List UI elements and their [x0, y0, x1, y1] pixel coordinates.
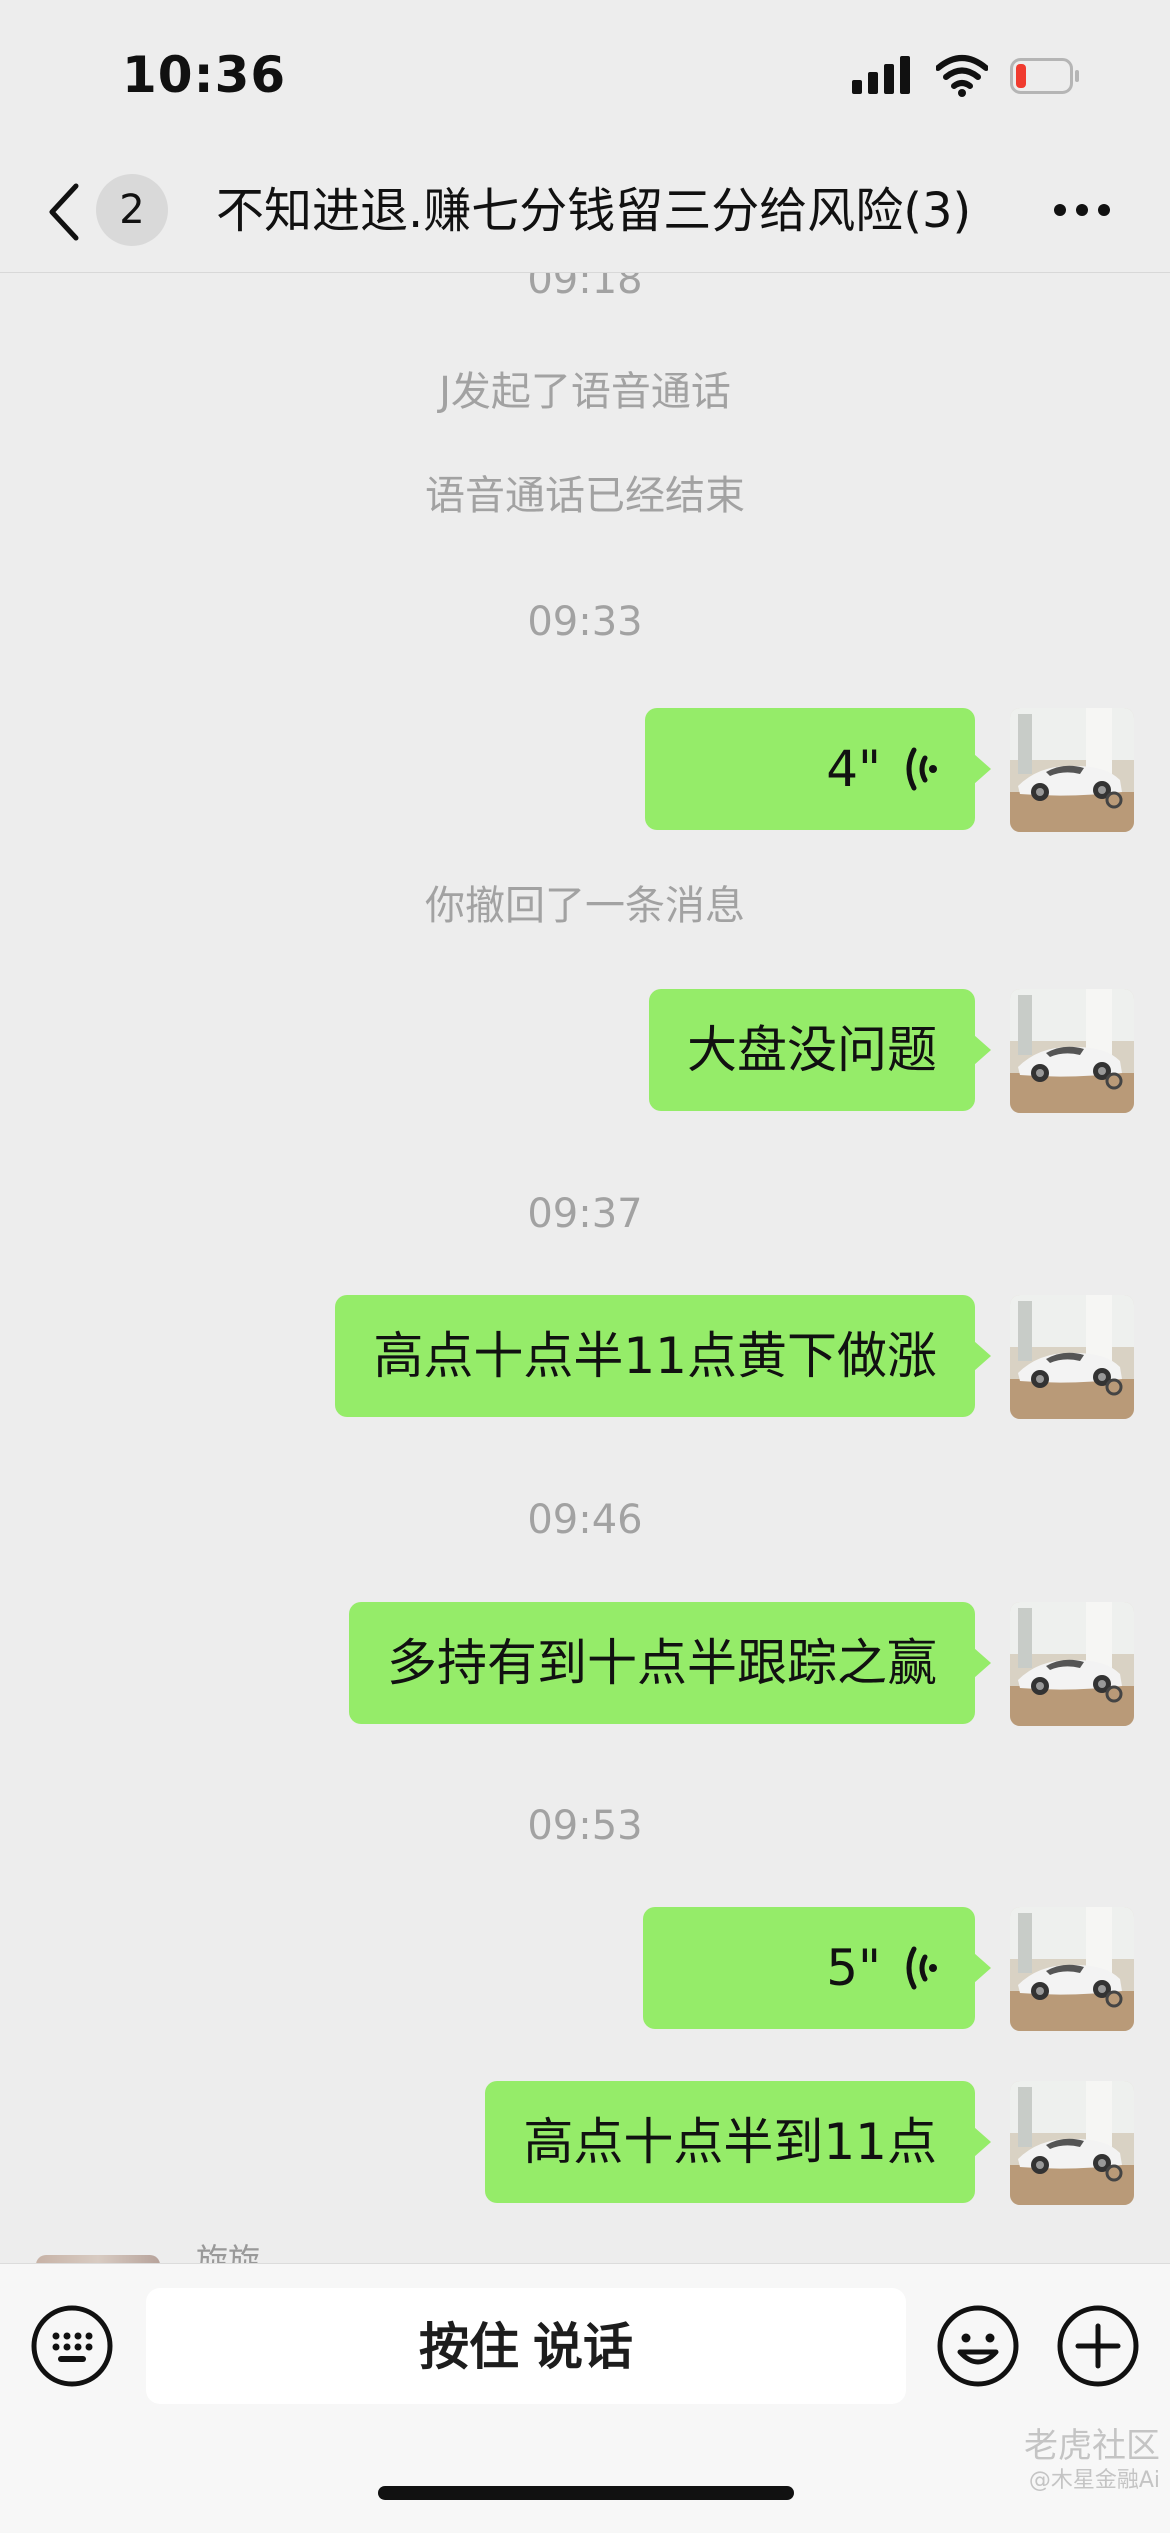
- system-message-call-ended: 语音通话已经结束: [425, 473, 745, 519]
- timestamp: 09:37: [527, 1191, 643, 1237]
- avatar[interactable]: [1010, 989, 1134, 1113]
- unread-count-badge[interactable]: 2: [96, 174, 168, 246]
- watermark: 老虎社区 @木星金融Ai: [980, 2426, 1160, 2496]
- back-chevron-icon[interactable]: [44, 182, 84, 242]
- timestamp: 09:33: [527, 599, 643, 645]
- emoji-icon[interactable]: [936, 2304, 1020, 2388]
- plus-icon[interactable]: [1056, 2304, 1140, 2388]
- status-bar: 10:36: [0, 0, 1170, 150]
- avatar[interactable]: [1010, 1602, 1134, 1726]
- hold-to-talk-button[interactable]: 按住 说话: [146, 2288, 906, 2404]
- voice-message-bubble[interactable]: 5": [643, 1907, 991, 2029]
- wifi-icon: [936, 55, 988, 97]
- keyboard-icon[interactable]: [30, 2304, 114, 2388]
- timestamp: 09:18: [527, 273, 643, 303]
- home-indicator[interactable]: [378, 2486, 794, 2500]
- sender-avatar-partial[interactable]: [36, 2255, 160, 2263]
- avatar[interactable]: [1010, 2081, 1134, 2205]
- chat-message-list[interactable]: 09:18 J发起了语音通话 语音通话已经结束 09:33 4" 你撤回了一条消…: [0, 273, 1170, 2263]
- system-message-recalled: 你撤回了一条消息: [425, 883, 745, 929]
- chat-title: 不知进退.赚七分钱留三分给风险(3): [216, 176, 996, 246]
- voice-playback-icon: [903, 746, 937, 792]
- more-options-icon[interactable]: [1052, 202, 1112, 218]
- timestamp: 09:46: [527, 1497, 643, 1543]
- voice-duration: 4": [826, 740, 881, 798]
- chat-header: 2 不知进退.赚七分钱留三分给风险(3): [0, 150, 1170, 273]
- voice-message-bubble[interactable]: 4": [645, 708, 991, 830]
- avatar[interactable]: [1010, 1907, 1134, 2031]
- battery-low-icon: [1010, 58, 1079, 94]
- avatar[interactable]: [1010, 1295, 1134, 1419]
- member-count: (3): [903, 183, 972, 239]
- status-time: 10:36: [122, 46, 287, 104]
- text-message-bubble[interactable]: 高点十点半到11点: [485, 2081, 991, 2203]
- text-message-bubble[interactable]: 大盘没问题: [649, 989, 991, 1111]
- watermark-main: 老虎社区: [1024, 2426, 1160, 2466]
- voice-duration: 5": [826, 1939, 881, 1997]
- group-name: 不知进退.赚七分钱留三分给风险: [216, 183, 904, 239]
- cellular-signal-icon: [852, 56, 910, 94]
- timestamp: 09:53: [527, 1803, 643, 1849]
- watermark-sub: @木星金融Ai: [1028, 2468, 1160, 2493]
- voice-playback-icon: [903, 1945, 937, 1991]
- avatar[interactable]: [1010, 708, 1134, 832]
- text-message-bubble[interactable]: 高点十点半11点黄下做涨: [335, 1295, 991, 1417]
- sender-name-partial: 旋旋: [196, 2241, 261, 2263]
- system-message-call-started: J发起了语音通话: [439, 369, 731, 415]
- text-message-bubble[interactable]: 多持有到十点半跟踪之赢: [349, 1602, 991, 1724]
